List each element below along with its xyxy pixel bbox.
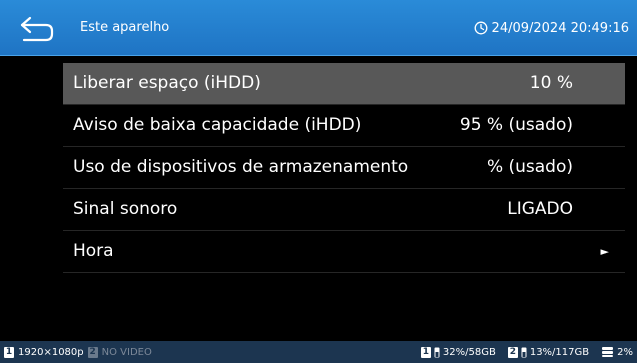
menu-item-value: 10 %: [529, 73, 573, 93]
datetime-text: 24/09/2024 20:49:16: [491, 20, 629, 36]
database-usage: 2%: [617, 346, 633, 358]
menu-item-free-space[interactable]: Liberar espaço (iHDD) 10 %: [63, 63, 625, 105]
drive-icon: [434, 347, 440, 358]
menu-item-label: Hora: [73, 241, 114, 261]
drive-2-badge: 2: [507, 346, 518, 358]
chevron-right-icon: ►: [600, 245, 609, 258]
menu-item-label: Uso de dispositivos de armazenamento: [73, 157, 409, 177]
database-icon: [601, 346, 614, 358]
menu-item-value: 95 % (usado): [459, 115, 573, 135]
menu-item-value: % (usado): [486, 157, 573, 177]
back-button[interactable]: [18, 10, 58, 48]
header-clock: 24/09/2024 20:49:16: [474, 0, 629, 56]
menu-item-storage-usage[interactable]: Uso de dispositivos de armazenamento % (…: [63, 147, 625, 189]
drive-1-usage: 32%/58GB: [442, 346, 496, 358]
menu-item-label: Aviso de baixa capacidade (iHDD): [73, 115, 362, 135]
channel-2-status: NO VIDEO: [101, 346, 152, 358]
status-bar: 1 1920×1080p 2 NO VIDEO 1 32%/58GB 2 13%…: [0, 341, 637, 363]
channel-1-badge: 1: [4, 346, 14, 358]
drive-2-usage: 13%/117GB: [529, 346, 590, 358]
channel-1-resolution: 1920×1080p: [18, 346, 84, 358]
clock-icon: [474, 21, 488, 35]
channel-2-badge: 2: [87, 346, 98, 358]
menu-item-value: LIGADO: [507, 199, 573, 219]
menu-item-time[interactable]: Hora ►: [63, 231, 625, 273]
menu-item-low-capacity-warning[interactable]: Aviso de baixa capacidade (iHDD) 95 % (u…: [63, 105, 625, 147]
drive-icon: [521, 347, 527, 358]
back-arrow-icon: [20, 16, 54, 42]
menu-item-label: Sinal sonoro: [73, 199, 178, 219]
drive-1-badge: 1: [420, 346, 431, 358]
page-title: Este aparelho: [80, 20, 170, 35]
settings-menu: Liberar espaço (iHDD) 10 % Aviso de baix…: [63, 63, 625, 273]
menu-item-beep[interactable]: Sinal sonoro LIGADO: [63, 189, 625, 231]
header-bar: Este aparelho 24/09/2024 20:49:16: [0, 0, 637, 56]
menu-item-label: Liberar espaço (iHDD): [73, 73, 261, 93]
